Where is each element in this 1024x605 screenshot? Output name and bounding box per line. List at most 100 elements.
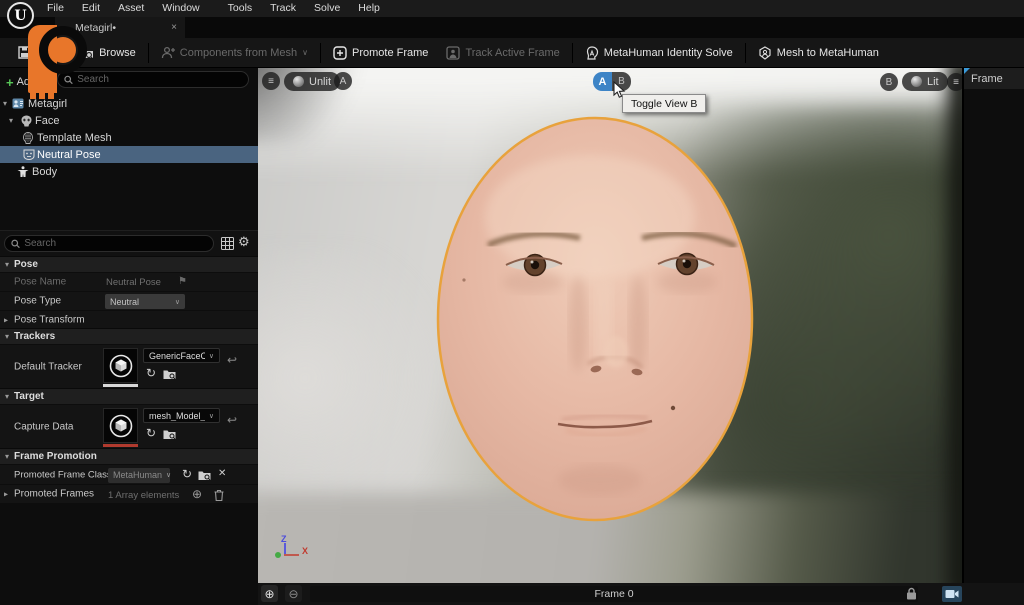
menu-tools[interactable]: Tools	[219, 0, 262, 17]
timeline-add-key-button[interactable]: ⊕	[261, 585, 278, 602]
tab-metagirl[interactable]: Metagirl• ×	[55, 17, 185, 38]
use-selected-icon[interactable]: ↻	[146, 366, 156, 380]
menu-track[interactable]: Track	[261, 0, 305, 17]
section-pose[interactable]: ▾ Pose	[0, 256, 258, 272]
pose-type-dropdown[interactable]: Neutral ∨	[105, 294, 185, 309]
asset-cube-icon	[109, 354, 133, 378]
tree-label: Neutral Pose	[37, 149, 101, 161]
tab-close-icon[interactable]: ×	[171, 22, 177, 33]
clear-icon[interactable]: ✕	[218, 468, 226, 479]
tree-item-metagirl[interactable]: ▾ Metagirl	[0, 95, 258, 112]
lock-icon[interactable]	[906, 587, 917, 600]
menu-edit[interactable]: Edit	[73, 0, 109, 17]
default-tracker-thumbnail[interactable]	[103, 348, 138, 383]
viewport-settings-icon[interactable]: ≡	[947, 73, 962, 91]
expand-arrow-icon[interactable]: ▾	[9, 116, 13, 125]
tree-item-neutral-pose[interactable]: Neutral Pose	[0, 146, 258, 163]
capture-asset-color-bar	[103, 444, 138, 447]
details-search-input[interactable]	[24, 238, 207, 249]
capture-data-label: Capture Data	[14, 421, 73, 432]
tree-item-face[interactable]: ▾ Face	[0, 112, 258, 129]
view-mode-unlit-button[interactable]: Unlit	[284, 72, 340, 91]
use-selected-icon[interactable]: ↻	[146, 426, 156, 440]
unreal-engine-logo-icon: U	[7, 2, 34, 29]
camera-cut-icon[interactable]	[942, 586, 962, 602]
view-mode-lit-button[interactable]: Lit	[902, 72, 948, 91]
pose-type-label: Pose Type	[14, 296, 61, 307]
save-label: Save	[36, 47, 61, 59]
track-active-frame-icon	[446, 46, 460, 60]
menu-solve[interactable]: Solve	[305, 0, 349, 17]
mouse-cursor	[612, 81, 628, 99]
add-element-icon[interactable]: ⊕	[192, 487, 202, 501]
left-panel: + Add ▾ Metagirl ▾ Face Template Mesh	[0, 68, 258, 605]
default-tracker-dropdown[interactable]: GenericFaceCor ∨	[143, 348, 220, 363]
add-button[interactable]: + Add	[0, 75, 42, 90]
outliner-tree: ▾ Metagirl ▾ Face Template Mesh Neutral …	[0, 95, 258, 180]
pose-name-label: Pose Name	[14, 277, 66, 288]
promoted-frame-class-dropdown[interactable]: MetaHuman ∨	[108, 468, 170, 483]
save-button[interactable]: Save	[0, 38, 70, 68]
tooltip-text: Toggle View B	[631, 98, 697, 110]
toggle-view-a-button[interactable]: A	[593, 72, 612, 91]
tree-item-body[interactable]: Body	[0, 163, 258, 180]
expand-arrow-icon[interactable]: ▾	[3, 99, 7, 108]
chevron-down-icon: ∨	[302, 48, 308, 57]
viewport-options-icon[interactable]: ≡	[262, 72, 280, 90]
capture-data-thumbnail[interactable]	[103, 408, 138, 443]
trash-icon[interactable]	[214, 489, 224, 501]
browse-to-asset-icon[interactable]	[198, 470, 211, 481]
reset-to-default-icon[interactable]: ↩	[227, 353, 237, 367]
face-mesh[interactable]	[430, 112, 760, 527]
pose-name-value: Neutral Pose	[106, 277, 161, 288]
section-expand-icon: ▾	[5, 452, 9, 461]
hamburger-icon: ≡	[268, 76, 274, 87]
promote-frame-label: Promote Frame	[352, 47, 428, 59]
outliner-search-input[interactable]	[77, 74, 242, 85]
menu-asset[interactable]: Asset	[109, 0, 153, 17]
camera-view-b-button[interactable]: B	[880, 73, 898, 91]
tree-item-template-mesh[interactable]: Template Mesh	[0, 129, 258, 146]
mesh-to-metahuman-button[interactable]: Mesh to MetaHuman	[749, 38, 888, 68]
toolbar-separator	[320, 43, 321, 63]
display-filter-grid-icon[interactable]	[221, 237, 234, 250]
browse-to-asset-icon[interactable]	[163, 429, 176, 440]
menu-help[interactable]: Help	[349, 0, 389, 17]
browse-to-asset-icon[interactable]	[163, 369, 176, 380]
identity-solve-button[interactable]: MetaHuman Identity Solve	[576, 38, 742, 68]
row-default-tracker: Default Tracker GenericFaceCor ∨ ↻ ↩	[0, 344, 258, 388]
ab-viewport[interactable]: ≡ Unlit A A B Toggle View B B Lit ≡ Z X	[258, 68, 962, 583]
tree-label: Face	[35, 115, 59, 127]
use-selected-icon[interactable]: ↻	[182, 467, 192, 481]
camera-view-a-button[interactable]: A	[334, 72, 352, 90]
expand-arrow-icon[interactable]: ▸	[4, 315, 8, 324]
viewport-dark-edge	[948, 68, 962, 583]
timeline-remove-key-button[interactable]: ⊖	[285, 585, 302, 602]
unlit-label: Unlit	[309, 76, 331, 88]
gear-icon[interactable]: ⚙	[238, 234, 250, 250]
details-search[interactable]	[4, 235, 214, 252]
capture-data-dropdown[interactable]: mesh_Model_5_ ∨	[143, 408, 220, 423]
neutral-pose-icon	[23, 149, 35, 160]
promote-frame-button[interactable]: Promote Frame	[324, 38, 437, 68]
section-frame-promotion[interactable]: ▾ Frame Promotion	[0, 448, 258, 464]
timeline-track[interactable]: Frame 0	[310, 586, 918, 602]
expand-arrow-icon[interactable]: ▸	[4, 490, 8, 499]
section-title: Target	[14, 391, 44, 402]
section-trackers[interactable]: ▾ Trackers	[0, 328, 258, 344]
plus-circle-icon: ⊕	[264, 587, 274, 601]
reset-to-default-icon[interactable]: ↩	[227, 413, 237, 427]
section-expand-icon: ▾	[5, 392, 9, 401]
browse-button[interactable]: Browse	[70, 38, 145, 68]
row-pose-transform[interactable]: ▸ Pose Transform	[0, 310, 258, 328]
section-target[interactable]: ▾ Target	[0, 388, 258, 404]
menu-file[interactable]: File	[38, 0, 73, 17]
outliner-search[interactable]	[57, 71, 249, 88]
track-active-frame-button[interactable]: Track Active Frame	[437, 38, 568, 68]
tab-frame[interactable]: Frame	[964, 68, 1024, 89]
menu-window[interactable]: Window	[153, 0, 208, 17]
promoted-frames-label: Promoted Frames	[14, 489, 94, 500]
viewmode-sphere-icon	[293, 76, 304, 87]
components-from-mesh-button[interactable]: Components from Mesh ∨	[152, 38, 317, 68]
section-title: Frame Promotion	[14, 451, 97, 462]
